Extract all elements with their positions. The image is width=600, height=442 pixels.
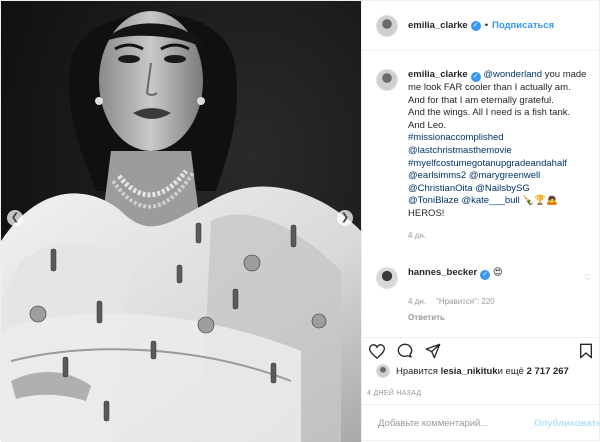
caption-username[interactable]: emilia_clarke <box>408 69 468 80</box>
likes-prefix: Нравится <box>396 365 438 377</box>
action-bar <box>362 337 600 363</box>
reply-button[interactable]: Ответить <box>408 312 591 325</box>
comment-heart-icon[interactable]: ♡ <box>584 273 591 282</box>
portrait-image <box>1 1 361 442</box>
caption-line: And the wings. All I need is a fish tank… <box>408 107 571 119</box>
author-username[interactable]: emilia_clarke <box>408 20 468 31</box>
mention-link[interactable]: @wonderland <box>483 69 542 80</box>
post-photo[interactable]: ❮ ❯ <box>1 1 361 442</box>
caption-line: And Leo. <box>408 119 447 131</box>
likes-middle: и ещё <box>497 365 524 377</box>
comment-item: hannes_becker ✓ 😍 4 дн. "Нравится": 220 От… <box>376 267 591 324</box>
verified-badge-icon: ✓ <box>480 270 491 280</box>
caption-line: HEROS! <box>408 207 445 219</box>
post-caption: emilia_clarke ✓ @wonderland you made me l… <box>376 69 591 242</box>
mention-link[interactable]: @lastchristmasthemovie <box>408 145 512 156</box>
heart-icon[interactable] <box>368 342 386 360</box>
comment-text: hannes_becker ✓ 😍 4 дн. "Нравится": 220 От… <box>408 267 591 324</box>
post-side-panel: emilia_clarke ✓ • Подписаться emilia_cla… <box>361 1 600 442</box>
likes-count[interactable]: 2 717 267 <box>527 366 569 377</box>
mention-link[interactable]: @earlsimms2 <box>408 170 466 181</box>
verified-badge-icon: ✓ <box>470 72 481 82</box>
bookmark-icon[interactable] <box>577 342 595 360</box>
comment-icon[interactable] <box>396 342 414 360</box>
mention-link[interactable]: @kate___bull <box>461 195 519 206</box>
caption-line: And for that I am eternally grateful. <box>408 94 554 106</box>
follow-button[interactable]: Подписаться <box>492 20 554 31</box>
liker-avatar[interactable] <box>376 364 390 378</box>
emoji-text: 🍾🏆🙇 <box>519 195 558 207</box>
mention-link[interactable]: @ChristianOita <box>408 183 473 194</box>
separator-dot: • <box>484 20 489 31</box>
post-header: emilia_clarke ✓ • Подписаться <box>362 1 600 51</box>
caption-author-avatar[interactable] <box>376 69 398 91</box>
chevron-left-icon[interactable]: ❮ <box>7 210 23 226</box>
instagram-post: ❮ ❯ emilia_clarke ✓ • Подписаться emilia… <box>0 0 600 442</box>
author-avatar[interactable] <box>376 14 398 37</box>
hashtag-link[interactable]: #myelfcostumegotanupgradeandahalf <box>408 158 567 169</box>
verified-badge-icon: ✓ <box>470 20 481 31</box>
comment-meta: 4 дн. "Нравится": 220 <box>408 296 591 309</box>
comment-input[interactable] <box>376 417 529 430</box>
mention-link[interactable]: @marygreenwell <box>469 170 540 181</box>
commenter-username[interactable]: hannes_becker <box>408 267 477 278</box>
caption-text: emilia_clarke ✓ @wonderland you made me l… <box>408 69 591 242</box>
comment-likes[interactable]: "Нравится": 220 <box>436 297 495 306</box>
add-comment-bar: Опубликовать <box>362 404 600 442</box>
likes-summary: Нравится lesia_nikituk и ещё 2 717 267 <box>376 364 569 378</box>
hashtag-link[interactable]: #missionaccomplished <box>408 132 504 143</box>
liker-username[interactable]: lesia_nikituk <box>441 366 498 377</box>
share-icon[interactable] <box>424 342 442 360</box>
comments-list[interactable]: emilia_clarke ✓ @wonderland you made me l… <box>362 51 600 337</box>
post-date[interactable]: 4 ДНЕЙ НАЗАД <box>367 390 421 397</box>
mention-link[interactable]: @NailsbySG <box>475 183 530 194</box>
comment-time[interactable]: 4 дн. <box>408 297 426 306</box>
commenter-avatar[interactable] <box>376 267 398 289</box>
chevron-right-icon[interactable]: ❯ <box>337 210 353 226</box>
comment-content: 😍 <box>492 267 503 278</box>
mention-link[interactable]: @ToniBlaze <box>408 195 459 206</box>
publish-button[interactable]: Опубликовать <box>534 418 600 429</box>
caption-time[interactable]: 4 дн. <box>408 230 591 243</box>
